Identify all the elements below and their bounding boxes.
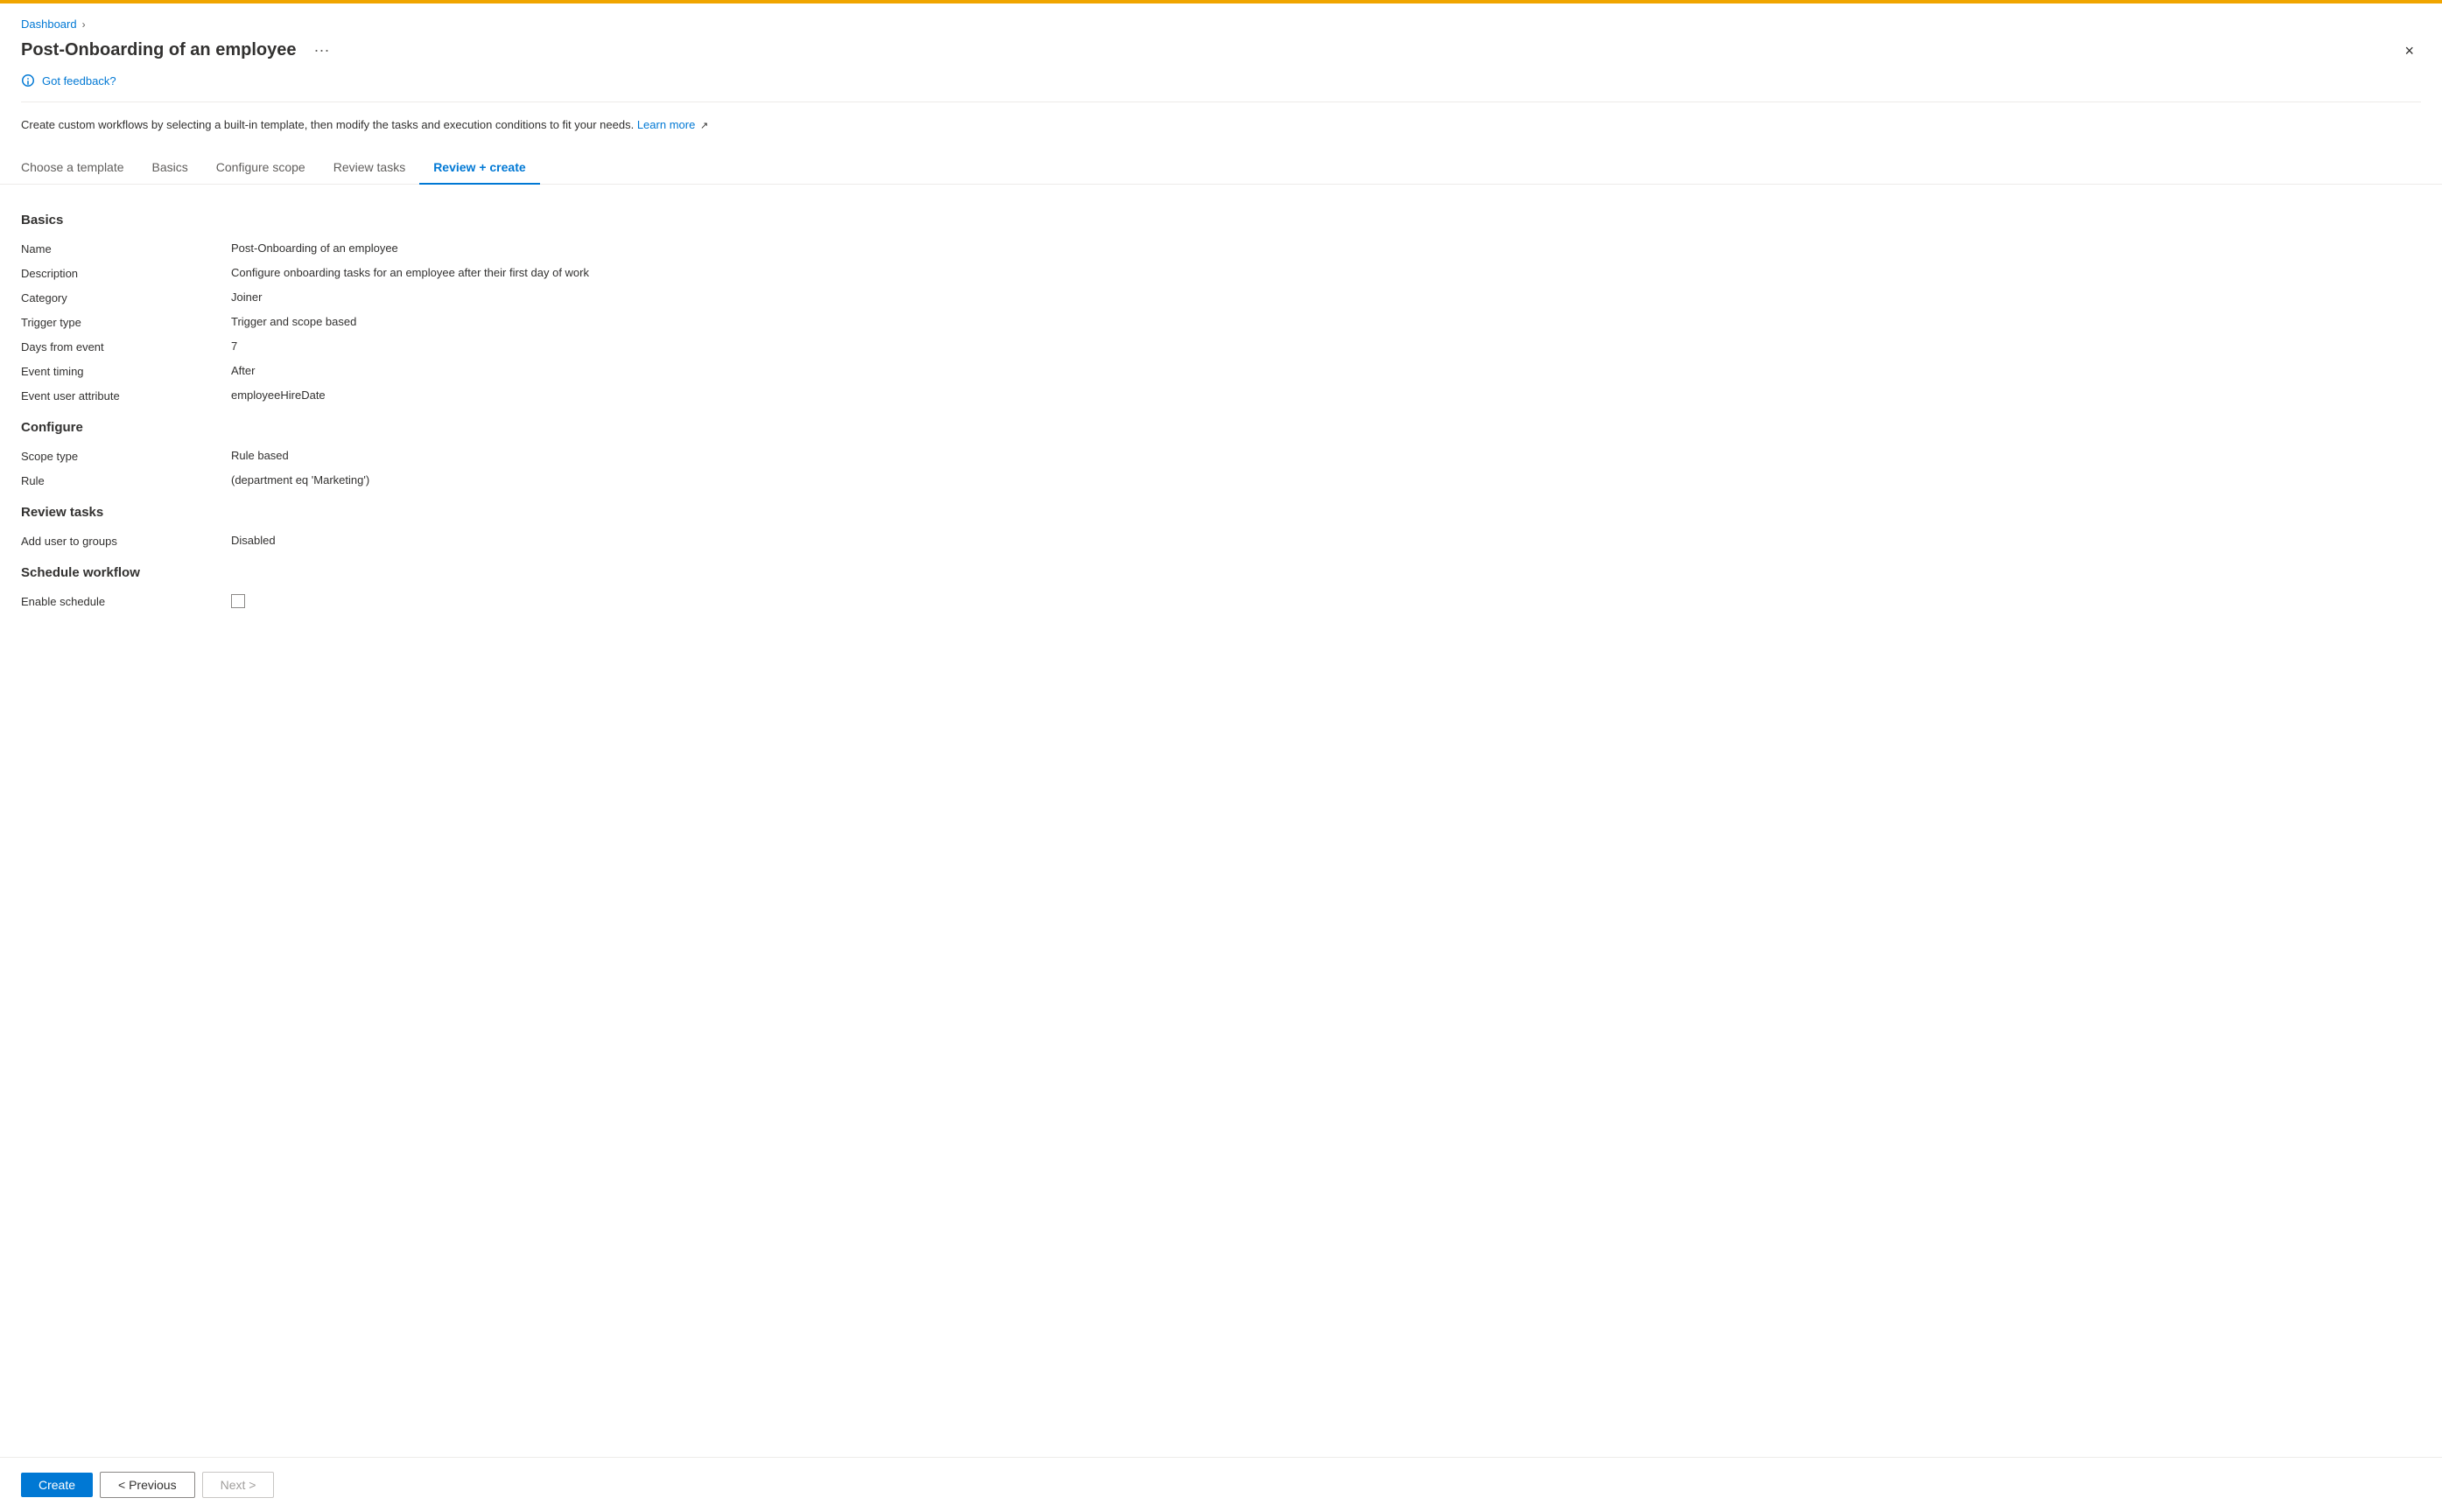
feedback-label: Got feedback? <box>42 74 116 88</box>
previous-button[interactable]: < Previous <box>100 1472 195 1498</box>
breadcrumb: Dashboard › <box>21 18 2421 31</box>
field-days-from-event: Days from event 7 <box>21 340 2421 354</box>
page-title: Post-Onboarding of an employee <box>21 40 296 60</box>
enable-schedule-checkbox-container <box>231 594 245 608</box>
tab-review-create[interactable]: Review + create <box>419 151 539 185</box>
field-enable-schedule: Enable schedule <box>21 594 2421 608</box>
field-label-category: Category <box>21 290 231 304</box>
field-value-add-user-to-groups: Disabled <box>231 534 2421 547</box>
field-label-add-user-to-groups: Add user to groups <box>21 534 231 548</box>
field-label-enable-schedule: Enable schedule <box>21 594 231 608</box>
tab-basics[interactable]: Basics <box>138 151 202 185</box>
schedule-workflow-heading: Schedule workflow <box>21 565 2421 580</box>
configure-section: Configure Scope type Rule based Rule (de… <box>21 420 2421 487</box>
field-trigger-type: Trigger type Trigger and scope based <box>21 315 2421 329</box>
field-category: Category Joiner <box>21 290 2421 304</box>
breadcrumb-link[interactable]: Dashboard <box>21 18 77 31</box>
configure-heading: Configure <box>21 420 2421 435</box>
field-label-scope-type: Scope type <box>21 449 231 463</box>
field-value-scope-type: Rule based <box>231 449 2421 462</box>
field-label-description: Description <box>21 266 231 280</box>
field-value-name: Post-Onboarding of an employee <box>231 242 2421 255</box>
field-event-timing: Event timing After <box>21 364 2421 378</box>
content-area: Basics Name Post-Onboarding of an employ… <box>0 206 2442 1458</box>
tab-choose-template[interactable]: Choose a template <box>21 151 138 185</box>
field-event-user-attribute: Event user attribute employeeHireDate <box>21 388 2421 402</box>
more-options-button[interactable]: ··· <box>306 38 336 63</box>
feedback-row[interactable]: Got feedback? <box>21 74 2421 88</box>
field-description: Description Configure onboarding tasks f… <box>21 266 2421 280</box>
field-label-event-user-attribute: Event user attribute <box>21 388 231 402</box>
review-tasks-section: Review tasks Add user to groups Disabled <box>21 505 2421 548</box>
field-value-trigger-type: Trigger and scope based <box>231 315 2421 328</box>
enable-schedule-checkbox[interactable] <box>231 594 245 608</box>
field-label-event-timing: Event timing <box>21 364 231 378</box>
review-tasks-heading: Review tasks <box>21 505 2421 520</box>
description-text: Create custom workflows by selecting a b… <box>0 116 2442 134</box>
field-label-rule: Rule <box>21 473 231 487</box>
field-value-days-from-event: 7 <box>231 340 2421 353</box>
tabs-container: Choose a template Basics Configure scope… <box>0 151 2442 185</box>
field-label-name: Name <box>21 242 231 256</box>
close-button[interactable]: × <box>2397 39 2421 62</box>
next-button: Next > <box>202 1472 275 1498</box>
create-button[interactable]: Create <box>21 1473 93 1497</box>
field-value-event-timing: After <box>231 364 2421 377</box>
feedback-icon <box>21 74 35 88</box>
breadcrumb-separator: › <box>82 18 86 31</box>
footer: Create < Previous Next > <box>0 1457 2442 1512</box>
field-value-event-user-attribute: employeeHireDate <box>231 388 2421 402</box>
field-value-description: Configure onboarding tasks for an employ… <box>231 266 2421 279</box>
tab-configure-scope[interactable]: Configure scope <box>202 151 319 185</box>
field-scope-type: Scope type Rule based <box>21 449 2421 463</box>
field-add-user-to-groups: Add user to groups Disabled <box>21 534 2421 548</box>
field-name: Name Post-Onboarding of an employee <box>21 242 2421 256</box>
field-value-rule: (department eq 'Marketing') <box>231 473 2421 486</box>
field-label-trigger-type: Trigger type <box>21 315 231 329</box>
field-value-category: Joiner <box>231 290 2421 304</box>
basics-heading: Basics <box>21 213 2421 228</box>
basics-section: Basics Name Post-Onboarding of an employ… <box>21 213 2421 402</box>
field-label-days-from-event: Days from event <box>21 340 231 354</box>
tab-review-tasks[interactable]: Review tasks <box>319 151 419 185</box>
field-rule: Rule (department eq 'Marketing') <box>21 473 2421 487</box>
external-link-icon: ↗ <box>700 121 708 131</box>
schedule-workflow-section: Schedule workflow Enable schedule <box>21 565 2421 608</box>
learn-more-link[interactable]: Learn more <box>637 118 695 131</box>
